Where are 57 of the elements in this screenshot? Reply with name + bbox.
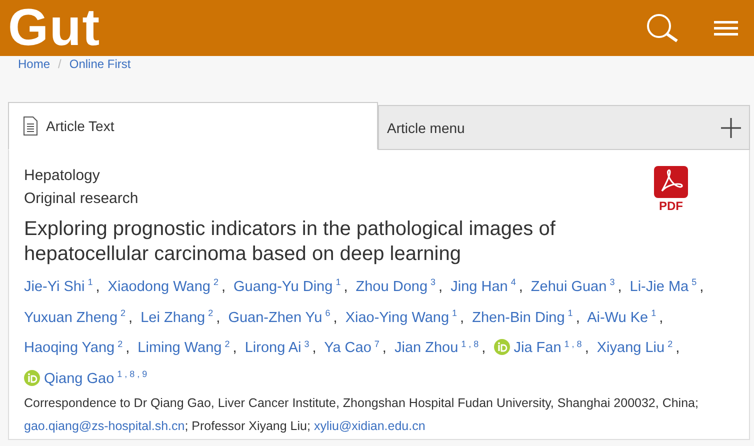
article-section: Hepatology — [24, 164, 138, 187]
correspondence-text: Correspondence to Dr Qiang Gao, Liver Cancer Institute, Zhongshan Hospital Fudan University, Shanghai 200032, China; gao.qiang@zs-hospital.sh.cn; Professor Xiyang Liu; xyliu@xidian.edu.cn — [24, 395, 700, 436]
author-separator: , — [518, 278, 523, 295]
author-separator: , — [460, 310, 464, 326]
author-link[interactable]: Xiyang Liu $^{2}$ — [596, 340, 673, 356]
author-link[interactable]: Jian Zhou 1 , 8 — [394, 340, 479, 356]
author-link[interactable]: Li-Jie Ma $^{5}$ — [630, 278, 697, 295]
plus-icon — [721, 118, 741, 138]
author-link[interactable]: Zhou Dong $^{3}$ — [356, 278, 436, 295]
author-separator: , — [438, 278, 443, 295]
email-link[interactable]: gao.qiang@zs-hospital.sh.cn — [24, 419, 185, 434]
author-separator: , — [576, 310, 580, 326]
author-link[interactable]: Qiang Gao 1 , 8 , 9 — [24, 371, 148, 388]
author-separator: , — [659, 310, 664, 326]
article-tab[interactable]: Article menu — [378, 105, 750, 150]
orcid-icon[interactable] — [24, 370, 40, 386]
author-separator: , — [333, 310, 338, 326]
author-separator: , — [216, 310, 220, 326]
breadcrumb-separator: / — [58, 57, 62, 71]
author-link[interactable]: Yuxuan Zheng $^{2}$ — [24, 310, 126, 326]
author-link[interactable]: Jie-Yi Shi $^{1}$ — [24, 278, 93, 295]
author-link[interactable]: Ai-Wu Ke $^{1}$ — [587, 310, 656, 326]
author-link[interactable]: Guan-Zhen Yu $^{6}$ — [228, 310, 330, 326]
author-link[interactable]: Guang-Yu Ding $^{1}$ — [234, 278, 341, 295]
author-link[interactable]: Xiaodong Wang $^{2}$ — [108, 278, 218, 295]
author-link[interactable]: Zehui Guan $^{3}$ — [530, 278, 615, 295]
author-separator: , — [482, 340, 486, 356]
author-link[interactable]: Ya Cao $^{7}$ — [324, 340, 380, 356]
author-separator: , — [96, 278, 100, 295]
orcid-icon[interactable] — [494, 339, 510, 356]
author-separator: , — [584, 340, 589, 356]
author-separator: , — [382, 340, 386, 356]
article-tab[interactable]: Article Text — [8, 102, 378, 150]
journal-logo[interactable]: Gut — [8, 2, 616, 54]
breadcrumb-link[interactable]: Online First — [69, 57, 131, 71]
author-link[interactable]: Jia Fan 1 , 8 — [494, 340, 582, 356]
author-link[interactable]: Liming Wang $^{2}$ — [138, 340, 230, 356]
email-link[interactable]: xyliu@xidian.edu.cn — [314, 419, 426, 434]
article-title: Exploring prognostic indicators in the pathological images of hepatocellular carcinoma based on deep learning — [24, 217, 556, 267]
document-icon — [23, 116, 38, 136]
author-separator: , — [676, 340, 680, 356]
author-link[interactable]: Lei Zhang $^{2}$ — [140, 310, 214, 326]
author-separator: , — [344, 278, 348, 295]
author-separator: , — [221, 278, 226, 295]
author-link[interactable]: Lirong Ai $^{3}$ — [244, 340, 310, 356]
author-separator: , — [700, 278, 704, 295]
author-separator: , — [232, 340, 237, 356]
author-separator: , — [312, 340, 316, 356]
author-link[interactable]: Haoqing Yang $^{2}$ — [24, 340, 123, 356]
author-link[interactable]: Xiao-Ying Wang $^{1}$ — [345, 310, 458, 326]
breadcrumb-link[interactable]: Home — [18, 57, 50, 71]
author-link[interactable]: Jing Han $^{4}$ — [450, 278, 516, 295]
author-separator: , — [128, 310, 133, 326]
author-link[interactable]: Zhen-Bin Ding $^{1}$ — [472, 310, 573, 326]
author-separator: , — [618, 278, 622, 295]
author-separator: , — [126, 340, 130, 356]
article-type: Original research — [24, 189, 138, 209]
